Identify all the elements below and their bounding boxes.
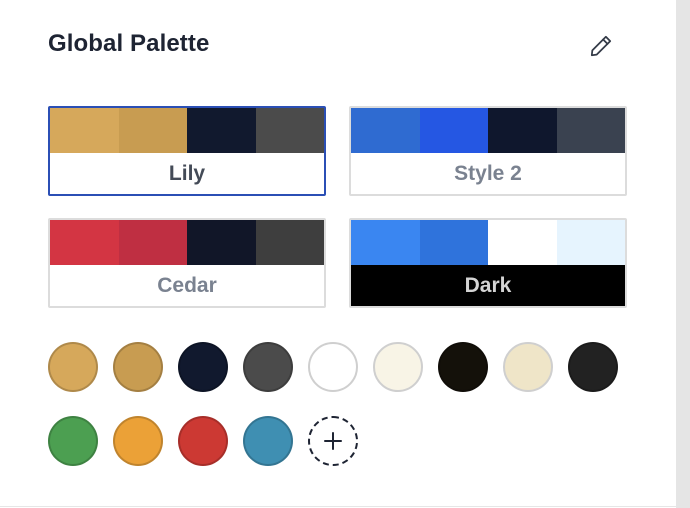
color-swatch-5[interactable] (308, 342, 358, 392)
palette-card-dark[interactable]: Dark (349, 218, 627, 308)
palette-swatch (419, 220, 488, 265)
color-swatch-7[interactable] (438, 342, 488, 392)
color-swatch-11[interactable] (113, 416, 163, 466)
palette-swatch (351, 220, 420, 265)
palette-swatch (255, 108, 324, 153)
palette-name: Cedar (157, 273, 217, 297)
palette-card-style-2[interactable]: Style 2 (349, 106, 627, 196)
palette-swatch (255, 220, 324, 265)
color-swatch-1[interactable] (48, 342, 98, 392)
color-swatch-6[interactable] (373, 342, 423, 392)
color-swatch-12[interactable] (178, 416, 228, 466)
palette-swatch (118, 220, 187, 265)
panel-title: Global Palette (48, 30, 210, 57)
color-swatch-9[interactable] (568, 342, 618, 392)
palette-swatches (50, 108, 324, 153)
plus-icon (324, 432, 342, 450)
global-palette-panel: Global Palette Lily Style 2 Cedar Dark (0, 0, 676, 507)
palette-swatch (50, 108, 119, 153)
palette-swatch (50, 220, 119, 265)
palette-swatch (419, 108, 488, 153)
palette-name: Lily (168, 161, 206, 185)
palette-swatch (187, 220, 256, 265)
palette-card-cedar[interactable]: Cedar (48, 218, 326, 308)
palette-swatch (187, 108, 256, 153)
color-swatch-8[interactable] (503, 342, 553, 392)
palette-swatch (351, 108, 420, 153)
palette-swatches (50, 220, 324, 265)
palette-swatch (488, 108, 557, 153)
palette-card-lily[interactable]: Lily (48, 106, 326, 196)
palette-name: Dark (351, 265, 625, 306)
color-swatch-13[interactable] (243, 416, 293, 466)
color-swatch-2[interactable] (113, 342, 163, 392)
palette-swatches (351, 108, 625, 153)
global-colors-row-1 (48, 342, 618, 392)
palette-swatches (351, 220, 625, 265)
global-colors-row-2 (48, 416, 358, 466)
color-swatch-4[interactable] (243, 342, 293, 392)
palette-name: Style 2 (454, 161, 522, 185)
color-swatch-10[interactable] (48, 416, 98, 466)
scrollbar[interactable] (676, 0, 690, 508)
pencil-icon (590, 35, 612, 57)
edit-palette-button[interactable] (585, 30, 617, 62)
palette-swatch (556, 108, 625, 153)
palette-swatch (118, 108, 187, 153)
add-color-button[interactable] (308, 416, 358, 466)
palette-swatch (488, 220, 557, 265)
color-swatch-3[interactable] (178, 342, 228, 392)
palette-swatch (556, 220, 625, 265)
